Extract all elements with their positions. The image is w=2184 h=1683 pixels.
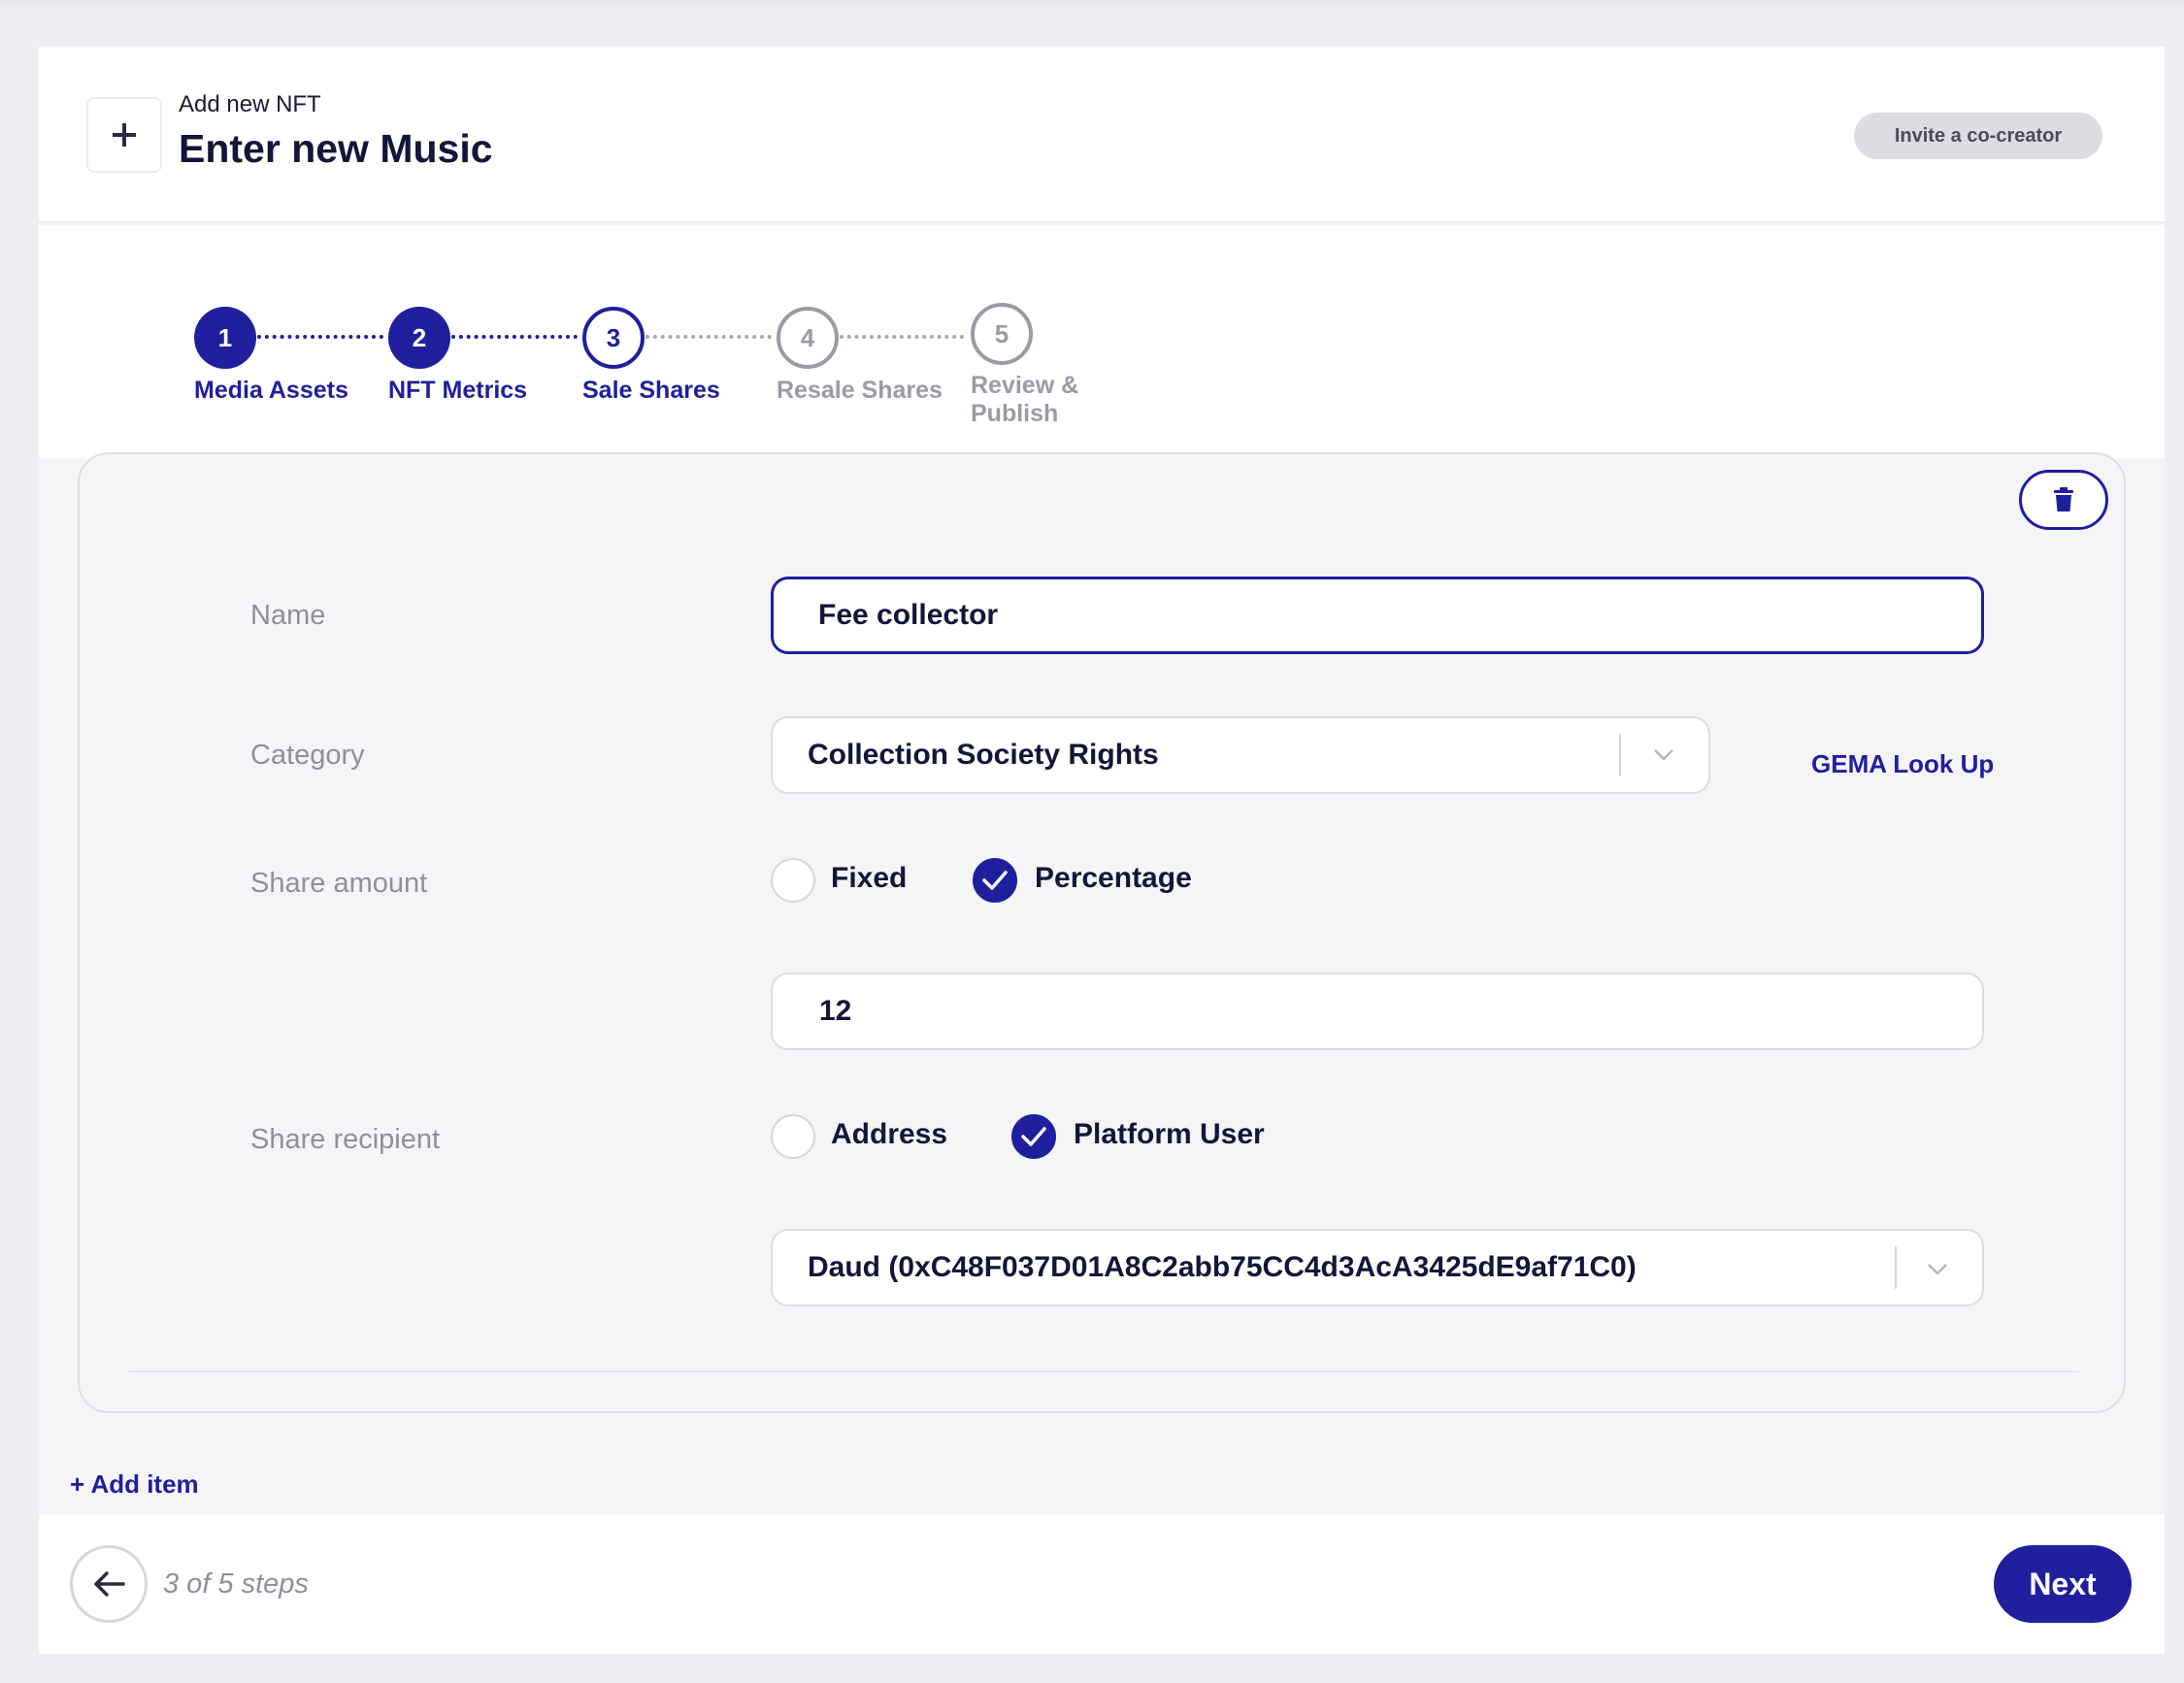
- step-connector-3: [645, 335, 772, 339]
- chevron-down-icon[interactable]: [1926, 1262, 1949, 1277]
- recipient-select-separator: [1895, 1246, 1897, 1289]
- next-button[interactable]: Next: [1994, 1545, 2132, 1623]
- step-5-label-line-2: Publish: [971, 400, 1059, 427]
- step-connector-2: [451, 335, 578, 339]
- add-nft-plus-box: [86, 97, 162, 173]
- share-amount-label: Share amount: [250, 868, 428, 899]
- share-recipient-label: Share recipient: [250, 1124, 441, 1155]
- back-button[interactable]: [70, 1545, 148, 1623]
- step-1-circle[interactable]: 1: [194, 307, 256, 369]
- invite-co-creator-button[interactable]: Invite a co-creator: [1854, 113, 2102, 159]
- step-5-label: Review & Publish: [971, 372, 1078, 428]
- share-amount-input-value: 12: [819, 995, 852, 1027]
- step-2-circle[interactable]: 2: [388, 307, 450, 369]
- page-subtitle: Add new NFT: [179, 91, 321, 117]
- step-4-circle: 4: [777, 307, 839, 369]
- name-input-value: Fee collector: [818, 599, 999, 631]
- step-connector-4: [840, 335, 964, 339]
- address-radio-label[interactable]: Address: [831, 1118, 947, 1151]
- name-label: Name: [250, 600, 326, 631]
- category-select-separator: [1619, 734, 1621, 776]
- category-select-value: Collection Society Rights: [808, 739, 1159, 771]
- name-input[interactable]: Fee collector: [771, 577, 1984, 654]
- wizard-footer: 3 of 5 steps Next: [39, 1514, 2165, 1654]
- top-shadow: [0, 0, 2184, 10]
- fixed-radio-label[interactable]: Fixed: [831, 862, 907, 895]
- platform-user-radio-label[interactable]: Platform User: [1074, 1118, 1265, 1151]
- recipient-select-value: Daud (0xC48F037D01A8C2abb75CC4d3AcA3425d…: [808, 1251, 1637, 1283]
- page-title: Enter new Music: [179, 126, 493, 171]
- add-item-link[interactable]: + Add item: [70, 1469, 199, 1500]
- percentage-radio-label[interactable]: Percentage: [1035, 862, 1192, 895]
- checkmark-icon: [982, 871, 1008, 890]
- platform-user-radio[interactable]: [1011, 1114, 1056, 1159]
- fixed-radio[interactable]: [771, 858, 815, 903]
- plus-icon: [113, 123, 136, 147]
- checkmark-icon: [1021, 1127, 1046, 1146]
- share-item-panel: Name Fee collector Category Collection S…: [78, 452, 2126, 1413]
- step-connector-1: [257, 335, 383, 339]
- progress-stepper: 1 2 3 4 5 Media Assets NFT Metrics Sale …: [39, 225, 2165, 458]
- trash-icon: [2054, 487, 2073, 512]
- recipient-select[interactable]: Daud (0xC48F037D01A8C2abb75CC4d3AcA3425d…: [771, 1229, 1984, 1306]
- step-5-label-line-1: Review &: [971, 372, 1079, 399]
- step-3-circle[interactable]: 3: [582, 307, 645, 369]
- step-3-label[interactable]: Sale Shares: [582, 377, 720, 405]
- category-select[interactable]: Collection Society Rights: [771, 716, 1710, 794]
- gema-look-up-link[interactable]: GEMA Look Up: [1811, 749, 1994, 779]
- chevron-down-icon[interactable]: [1652, 747, 1675, 763]
- step-2-label[interactable]: NFT Metrics: [388, 377, 527, 405]
- step-1-label[interactable]: Media Assets: [194, 377, 348, 405]
- percentage-radio[interactable]: [973, 858, 1017, 903]
- step-5-circle: 5: [971, 303, 1033, 365]
- step-4-label: Resale Shares: [777, 377, 943, 404]
- arrow-left-icon: [94, 1571, 125, 1597]
- add-nft-card: Add new NFT Enter new Music Invite a co-…: [39, 47, 2165, 1654]
- step-count-text: 3 of 5 steps: [163, 1568, 309, 1600]
- address-radio[interactable]: [771, 1114, 815, 1159]
- category-label: Category: [250, 740, 365, 771]
- delete-item-button[interactable]: [2019, 470, 2108, 530]
- panel-divider: [128, 1370, 2079, 1372]
- share-amount-input[interactable]: 12: [771, 973, 1984, 1050]
- page-header: Add new NFT Enter new Music Invite a co-…: [39, 47, 2165, 223]
